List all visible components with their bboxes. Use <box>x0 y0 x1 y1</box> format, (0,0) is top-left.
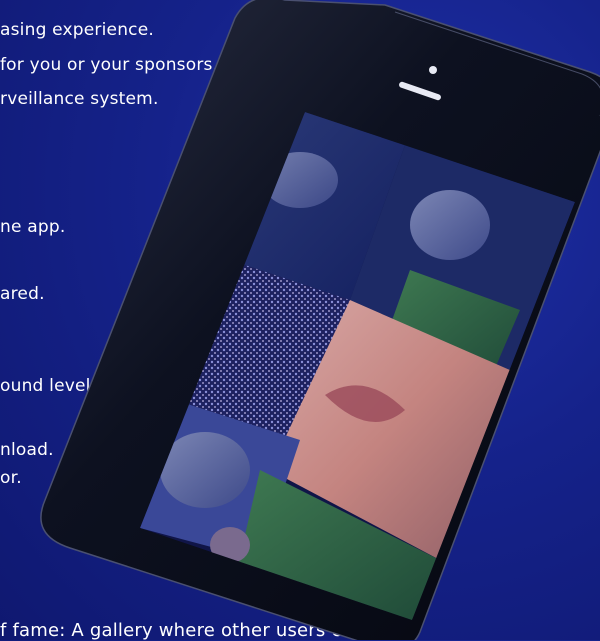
camera-icon <box>429 66 437 74</box>
phone-illustration <box>40 0 600 640</box>
